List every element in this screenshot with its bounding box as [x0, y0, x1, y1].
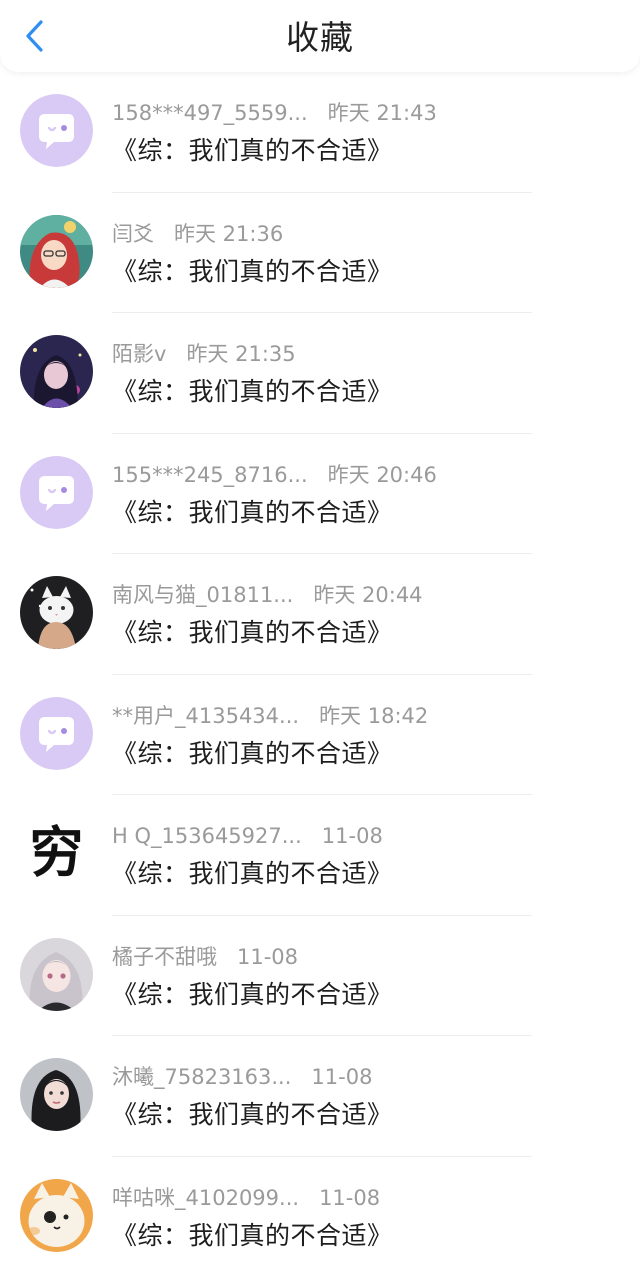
- favorite-title: 《综：我们真的不合适》: [112, 255, 393, 289]
- avatar: [20, 1179, 93, 1252]
- favorite-title: 《综：我们真的不合适》: [112, 1219, 393, 1253]
- cat-photo-icon: [20, 576, 93, 649]
- favorite-title: 《综：我们真的不合适》: [112, 616, 393, 650]
- timestamp: 昨天 21:35: [186, 339, 295, 369]
- username: 158***497_5559...: [112, 98, 308, 128]
- list-item[interactable]: 南风与猫_01811... 昨天 20:44 《综：我们真的不合适》: [0, 554, 640, 675]
- chat-bubble-icon: [20, 697, 93, 770]
- timestamp: 昨天 21:43: [328, 98, 437, 128]
- timestamp: 11-08: [311, 1062, 372, 1092]
- chat-bubble-icon: [20, 94, 93, 167]
- avatar: 穷: [20, 817, 93, 890]
- username: 沐曦_75823163...: [112, 1062, 291, 1092]
- favorites-list: 158***497_5559... 昨天 21:43 《综：我们真的不合适》 闫爻…: [0, 72, 640, 1277]
- anime-girl-avatar-icon: [20, 335, 93, 408]
- text-avatar-icon: 穷: [20, 817, 93, 890]
- chat-bubble-icon: [20, 456, 93, 529]
- list-item[interactable]: 155***245_8716... 昨天 20:46 《综：我们真的不合适》: [0, 434, 640, 555]
- favorite-title: 《综：我们真的不合适》: [112, 375, 393, 409]
- anime-girl-avatar-icon: [20, 215, 93, 288]
- timestamp: 11-08: [237, 942, 298, 972]
- avatar: [20, 456, 93, 529]
- list-item[interactable]: 沐曦_75823163... 11-08 《综：我们真的不合适》: [0, 1036, 640, 1157]
- page-title: 收藏: [0, 16, 640, 60]
- favorite-title: 《综：我们真的不合适》: [112, 1098, 393, 1132]
- timestamp: 11-08: [319, 1183, 380, 1213]
- favorite-title: 《综：我们真的不合适》: [112, 978, 393, 1012]
- list-item[interactable]: 158***497_5559... 昨天 21:43 《综：我们真的不合适》: [0, 72, 640, 193]
- timestamp: 昨天 18:42: [319, 701, 428, 731]
- username: 南风与猫_01811...: [112, 580, 293, 610]
- avatar-text: 穷: [30, 821, 84, 884]
- username: **用户_4135434...: [112, 701, 299, 731]
- list-item[interactable]: 橘子不甜哦 11-08 《综：我们真的不合适》: [0, 916, 640, 1037]
- cartoon-cat-icon: [20, 1179, 93, 1252]
- favorite-title: 《综：我们真的不合适》: [112, 134, 393, 168]
- avatar: [20, 1058, 93, 1131]
- avatar: [20, 576, 93, 649]
- list-item[interactable]: 陌影v 昨天 21:35 《综：我们真的不合适》: [0, 313, 640, 434]
- avatar: [20, 938, 93, 1011]
- list-item[interactable]: 穷 H Q_153645927... 11-08 《综：我们真的不合适》: [0, 795, 640, 916]
- avatar: [20, 94, 93, 167]
- favorite-title: 《综：我们真的不合适》: [112, 496, 393, 530]
- username: 橘子不甜哦: [112, 942, 217, 972]
- top-bar: 收藏: [0, 0, 640, 72]
- avatar: [20, 697, 93, 770]
- username: 咩咕咪_4102099...: [112, 1183, 299, 1213]
- username: 陌影v: [112, 339, 166, 369]
- timestamp: 昨天 20:44: [313, 580, 422, 610]
- list-item[interactable]: **用户_4135434... 昨天 18:42 《综：我们真的不合适》: [0, 675, 640, 796]
- timestamp: 昨天 21:36: [174, 219, 283, 249]
- anime-girl-avatar-icon: [20, 938, 93, 1011]
- list-item[interactable]: 咩咕咪_4102099... 11-08 《综：我们真的不合适》: [0, 1157, 640, 1277]
- username: H Q_153645927...: [112, 821, 302, 851]
- username: 闫爻: [112, 219, 154, 249]
- portrait-avatar-icon: [20, 1058, 93, 1131]
- username: 155***245_8716...: [112, 460, 308, 490]
- avatar: [20, 215, 93, 288]
- favorite-title: 《综：我们真的不合适》: [112, 857, 393, 891]
- timestamp: 11-08: [322, 821, 383, 851]
- favorite-title: 《综：我们真的不合适》: [112, 737, 393, 771]
- avatar: [20, 335, 93, 408]
- timestamp: 昨天 20:46: [328, 460, 437, 490]
- list-item[interactable]: 闫爻昨天 21:36 《综：我们真的不合适》: [0, 193, 640, 314]
